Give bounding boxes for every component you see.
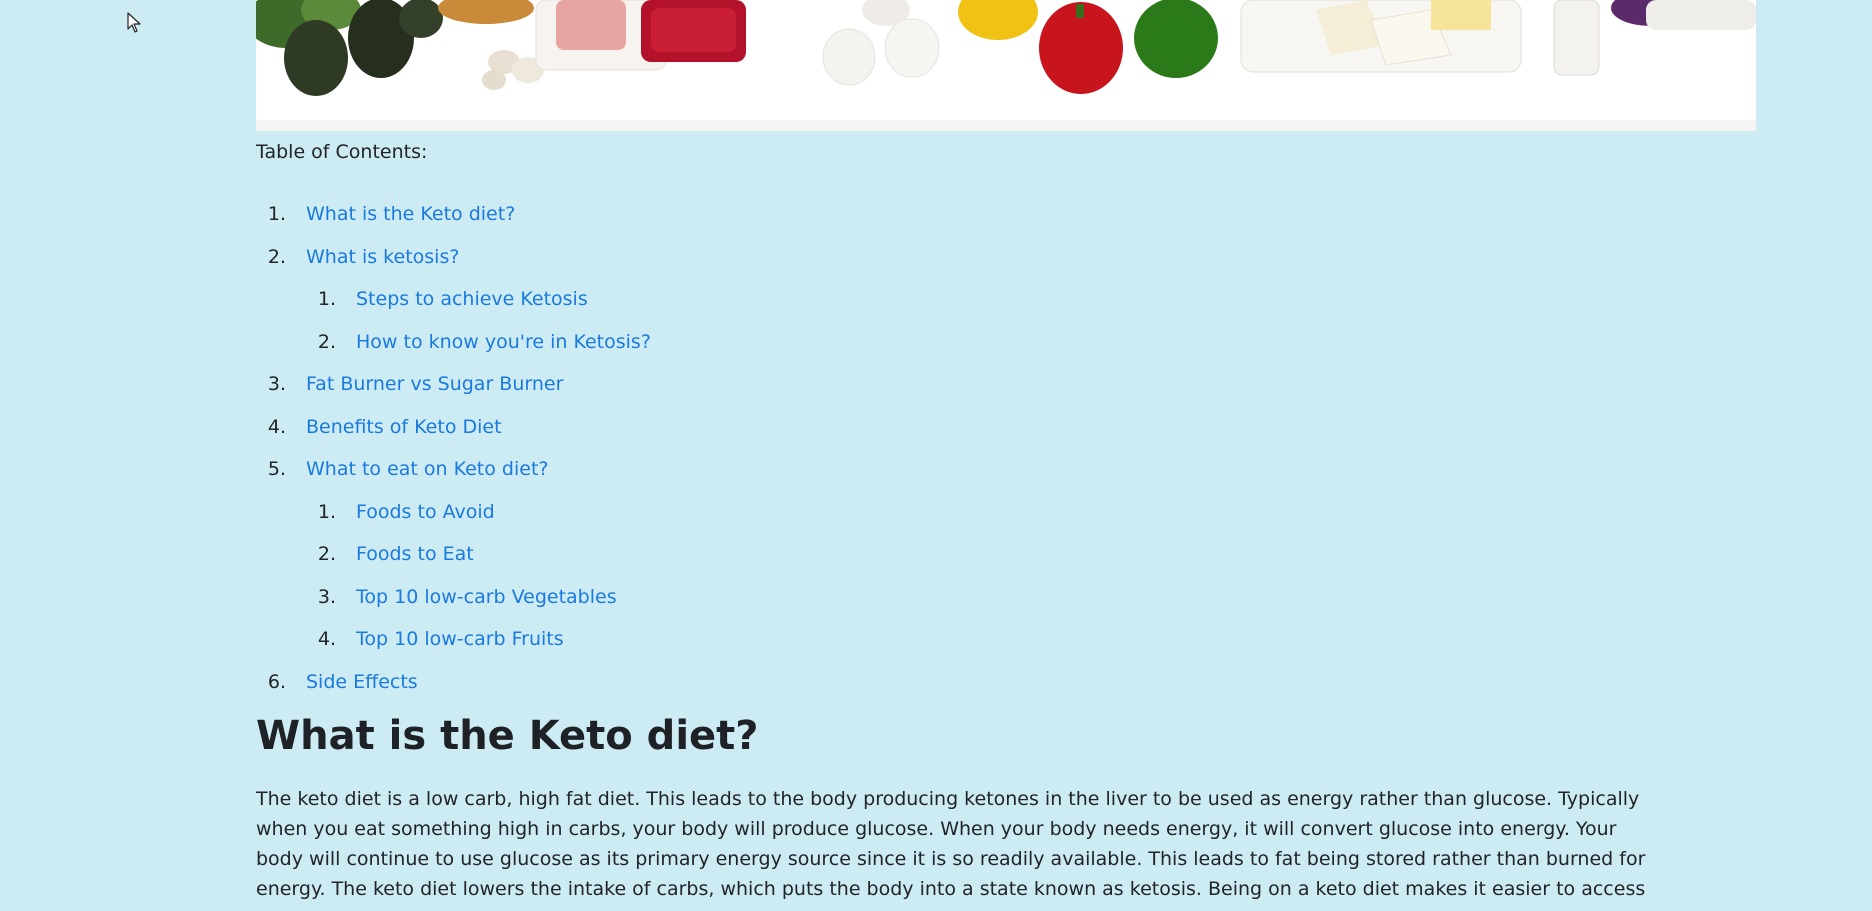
table-of-contents: 1. What is the Keto diet? 2. What is ket… bbox=[256, 200, 1756, 696]
toc-subitem: 2. How to know you're in Ketosis? bbox=[256, 328, 1756, 356]
toc-subitem: 4. Top 10 low-carb Fruits bbox=[256, 625, 1756, 653]
toc-number: 2. bbox=[317, 330, 336, 353]
toc-item: 1. What is the Keto diet? bbox=[256, 200, 1756, 228]
toc-item: 4. Benefits of Keto Diet bbox=[256, 413, 1756, 441]
toc-number: 6. bbox=[267, 670, 286, 693]
toc-number: 2. bbox=[317, 543, 336, 565]
toc-item: 6. Side Effects bbox=[256, 668, 1756, 696]
toc-link-top-10-low-carb-fruits[interactable]: Top 10 low-carb Fruits bbox=[356, 628, 564, 650]
toc-number: 3. bbox=[317, 585, 336, 608]
toc-item: 5. What to eat on Keto diet? bbox=[256, 455, 1756, 483]
toc-item: 3. Fat Burner vs Sugar Burner bbox=[256, 370, 1756, 398]
toc-number: 4. bbox=[317, 628, 336, 650]
toc-link-steps-to-achieve-ketosis[interactable]: Steps to achieve Ketosis bbox=[356, 288, 588, 310]
toc-number: 1. bbox=[317, 500, 336, 523]
toc-number: 5. bbox=[267, 458, 286, 480]
toc-number: 4. bbox=[267, 415, 286, 438]
section-heading: What is the Keto diet? bbox=[256, 713, 759, 759]
toc-link-what-to-eat-on-keto[interactable]: What to eat on Keto diet? bbox=[306, 458, 548, 480]
toc-link-side-effects[interactable]: Side Effects bbox=[306, 671, 418, 693]
toc-link-benefits-of-keto-diet[interactable]: Benefits of Keto Diet bbox=[306, 416, 502, 438]
toc-title: Table of Contents: bbox=[256, 141, 428, 163]
toc-link-what-is-ketosis[interactable]: What is ketosis? bbox=[306, 246, 459, 268]
section-paragraph: The keto diet is a low carb, high fat di… bbox=[256, 788, 1646, 911]
toc-link-how-to-know-in-ketosis[interactable]: How to know you're in Ketosis? bbox=[356, 331, 651, 353]
keto-foods-illustration bbox=[256, 0, 1756, 131]
toc-number: 1. bbox=[317, 288, 336, 310]
toc-link-fat-burner-vs-sugar-burner[interactable]: Fat Burner vs Sugar Burner bbox=[306, 373, 563, 395]
toc-number: 1. bbox=[267, 203, 286, 225]
toc-link-foods-to-eat[interactable]: Foods to Eat bbox=[356, 543, 474, 565]
toc-link-foods-to-avoid[interactable]: Foods to Avoid bbox=[356, 501, 495, 523]
toc-subitem: 1. Steps to achieve Ketosis bbox=[256, 285, 1756, 313]
toc-number: 3. bbox=[267, 373, 286, 395]
toc-subitem: 3. Top 10 low-carb Vegetables bbox=[256, 583, 1756, 611]
toc-link-top-10-low-carb-vegetables[interactable]: Top 10 low-carb Vegetables bbox=[356, 586, 617, 608]
hero-food-image bbox=[256, 0, 1756, 131]
toc-subitem: 1. Foods to Avoid bbox=[256, 498, 1756, 526]
mouse-cursor-icon bbox=[127, 12, 141, 33]
toc-link-what-is-keto-diet[interactable]: What is the Keto diet? bbox=[306, 203, 515, 225]
article-content: Table of Contents: 1. What is the Keto d… bbox=[256, 0, 1756, 911]
toc-number: 2. bbox=[267, 245, 286, 268]
toc-subitem: 2. Foods to Eat bbox=[256, 540, 1756, 568]
page: Table of Contents: 1. What is the Keto d… bbox=[0, 0, 1872, 911]
toc-item: 2. What is ketosis? bbox=[256, 243, 1756, 271]
